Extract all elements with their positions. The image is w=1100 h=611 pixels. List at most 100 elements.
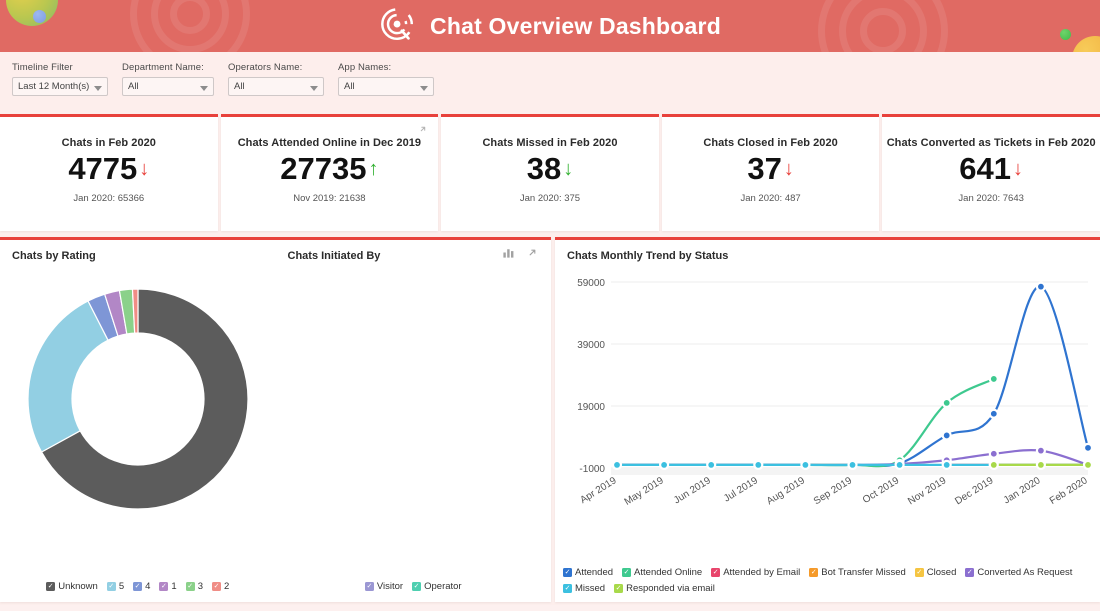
line-data-point[interactable] <box>658 459 670 470</box>
timeline-filter-select[interactable]: Last 12 Month(s) <box>12 77 108 96</box>
department-name-filter-select[interactable]: All <box>122 77 214 96</box>
legend-label: 5 <box>118 581 125 592</box>
rating-legend-item[interactable]: 5 <box>106 581 125 592</box>
legend-checkbox-icon[interactable] <box>563 568 572 577</box>
kpi-card-chats[interactable]: Chats in Feb 2020 4775 ↓ Jan 2020: 65366 <box>0 114 218 231</box>
kpi-title: Chats Attended Online in Dec 2019 <box>237 137 422 149</box>
legend-label: Closed <box>926 567 957 578</box>
decor-ring-left-outer <box>130 0 250 52</box>
donut-initiated-svg[interactable] <box>288 274 538 524</box>
trend-legend-item[interactable]: Missed <box>563 583 605 594</box>
x-axis-tick-label: Dec 2019 <box>953 475 996 507</box>
expand-icon[interactable] <box>417 123 429 135</box>
donut-rating-svg[interactable] <box>13 274 263 524</box>
initiated-legend-item[interactable]: Operator <box>412 581 462 592</box>
app-names-filter-select[interactable]: All <box>338 77 434 96</box>
decor-ring-right-outer <box>818 0 948 52</box>
line-data-point[interactable] <box>1035 281 1046 292</box>
line-data-point[interactable] <box>1082 442 1094 453</box>
trend-legend-item[interactable]: Attended by Email <box>711 567 800 578</box>
chart-chats-by-rating[interactable]: Chats by Rating Unknown 5 4 1 3 2 <box>0 240 276 602</box>
chart-chats-initiated-by[interactable]: Chats Initiated By 144570 (100%) ✓ Visit… <box>276 240 552 602</box>
line-data-point[interactable] <box>988 408 999 419</box>
legend-label: Unknown <box>58 581 98 592</box>
x-axis-tick-label: Nov 2019 <box>906 475 949 507</box>
trend-legend-item[interactable]: Attended <box>563 567 613 578</box>
line-data-point[interactable] <box>1035 445 1046 456</box>
kpi-value-row: 4775 ↓ <box>68 153 149 184</box>
legend-checkbox-icon[interactable] <box>914 568 924 577</box>
legend-checkbox-icon[interactable] <box>965 568 975 577</box>
rating-legend-item[interactable]: 3 <box>185 581 203 592</box>
rating-legend-item[interactable]: 4 <box>133 581 150 592</box>
x-axis-tick-label: Feb 2020 <box>1048 475 1090 507</box>
trend-legend-item[interactable]: Attended Online <box>622 567 702 578</box>
bar-chart-icon[interactable] <box>502 246 515 259</box>
x-axis-tick-label: Jun 2019 <box>672 475 713 506</box>
kpi-title: Chats Closed in Feb 2020 <box>703 137 838 149</box>
panel-tools-initiated <box>502 246 539 259</box>
y-axis-tick-label: 59000 <box>577 278 605 289</box>
decor-ring-right-mid <box>839 0 927 52</box>
rating-legend-item[interactable]: Unknown <box>46 581 98 592</box>
line-data-point[interactable] <box>941 397 952 408</box>
line-data-point[interactable] <box>988 459 999 470</box>
legend-checkbox-icon[interactable] <box>809 568 819 577</box>
trend-legend-item[interactable]: Closed <box>914 567 957 578</box>
axis-baseline <box>611 468 1088 475</box>
page-title: Chat Overview Dashboard <box>430 12 721 39</box>
kpi-title: Chats Converted as Tickets in Feb 2020 <box>886 137 1096 149</box>
panel-donuts: Chats by Rating Unknown 5 4 1 3 2 Chats Initi… <box>0 237 551 602</box>
legend-checkbox-icon[interactable] <box>46 582 56 591</box>
trend-legend-item[interactable]: Responded via email <box>614 583 715 594</box>
line-chart-area[interactable]: -1000 19000 39000 59000 Apr 2019 May 2019 Jun … <box>555 270 1100 538</box>
legend-checkbox-icon[interactable] <box>212 582 221 591</box>
x-axis-tick-label: Sep 2019 <box>812 475 855 507</box>
legend-chats-initiated-by: Visitor Operator <box>276 581 552 592</box>
kpi-subtext: Jan 2020: 7643 <box>958 193 1024 204</box>
legend-checkbox-icon[interactable] <box>563 584 572 593</box>
y-axis-tick-label: -1000 <box>579 464 605 475</box>
donut-slice[interactable] <box>27 300 109 453</box>
kpi-value-row: 38 ↓ <box>527 153 573 184</box>
line-series[interactable] <box>615 285 1090 468</box>
legend-checkbox-icon[interactable] <box>133 582 143 591</box>
line-data-point[interactable] <box>611 459 623 470</box>
expand-icon[interactable] <box>526 246 539 259</box>
operators-name-filter-select[interactable]: All <box>228 77 324 96</box>
rating-legend-item[interactable]: 1 <box>159 581 177 592</box>
line-data-point[interactable] <box>753 459 764 470</box>
line-data-point[interactable] <box>988 448 999 459</box>
line-chart-svg[interactable]: -1000 19000 39000 59000 Apr 2019 May 2019 Jun … <box>555 270 1100 538</box>
line-data-point[interactable] <box>941 459 952 470</box>
legend-checkbox-icon[interactable] <box>185 582 195 591</box>
legend-checkbox-icon[interactable] <box>412 582 422 591</box>
kpi-card-chats-attended-online[interactable]: Chats Attended Online in Dec 2019 27735 … <box>220 114 439 231</box>
kpi-card-chats-missed[interactable]: Chats Missed in Feb 2020 38 ↓ Jan 2020: … <box>441 114 659 231</box>
legend-checkbox-icon[interactable] <box>711 568 721 577</box>
initiated-legend-item[interactable]: Visitor <box>364 581 403 592</box>
rating-legend-item[interactable]: 2 <box>212 581 229 592</box>
line-data-point[interactable] <box>894 459 905 470</box>
line-data-point[interactable] <box>1035 459 1046 470</box>
legend-checkbox-icon[interactable] <box>159 582 169 591</box>
line-data-point[interactable] <box>800 459 811 470</box>
legend-checkbox-icon[interactable] <box>614 584 624 593</box>
trend-legend-item[interactable]: Bot Transfer Missed <box>809 567 906 578</box>
legend-checkbox-icon[interactable] <box>106 582 116 591</box>
line-data-point[interactable] <box>941 430 952 441</box>
line-series[interactable] <box>615 377 995 468</box>
line-data-point[interactable] <box>847 459 858 470</box>
line-data-point[interactable] <box>1082 459 1094 470</box>
legend-checkbox-icon[interactable] <box>364 582 374 591</box>
trend-legend-item[interactable]: Converted As Request <box>965 567 1072 578</box>
kpi-value: 4775 <box>68 151 138 186</box>
line-data-point[interactable] <box>988 373 999 385</box>
kpi-card-chats-closed[interactable]: Chats Closed in Feb 2020 37 ↓ Jan 2020: … <box>661 114 880 231</box>
x-axis-tick-label: Apr 2019 <box>578 475 619 506</box>
x-axis-tick-label: May 2019 <box>623 475 666 508</box>
legend-checkbox-icon[interactable] <box>622 568 632 577</box>
kpi-card-chats-converted-tickets[interactable]: Chats Converted as Tickets in Feb 2020 6… <box>882 114 1100 231</box>
line-data-point[interactable] <box>706 459 717 470</box>
trend-down-icon: ↓ <box>563 157 574 180</box>
